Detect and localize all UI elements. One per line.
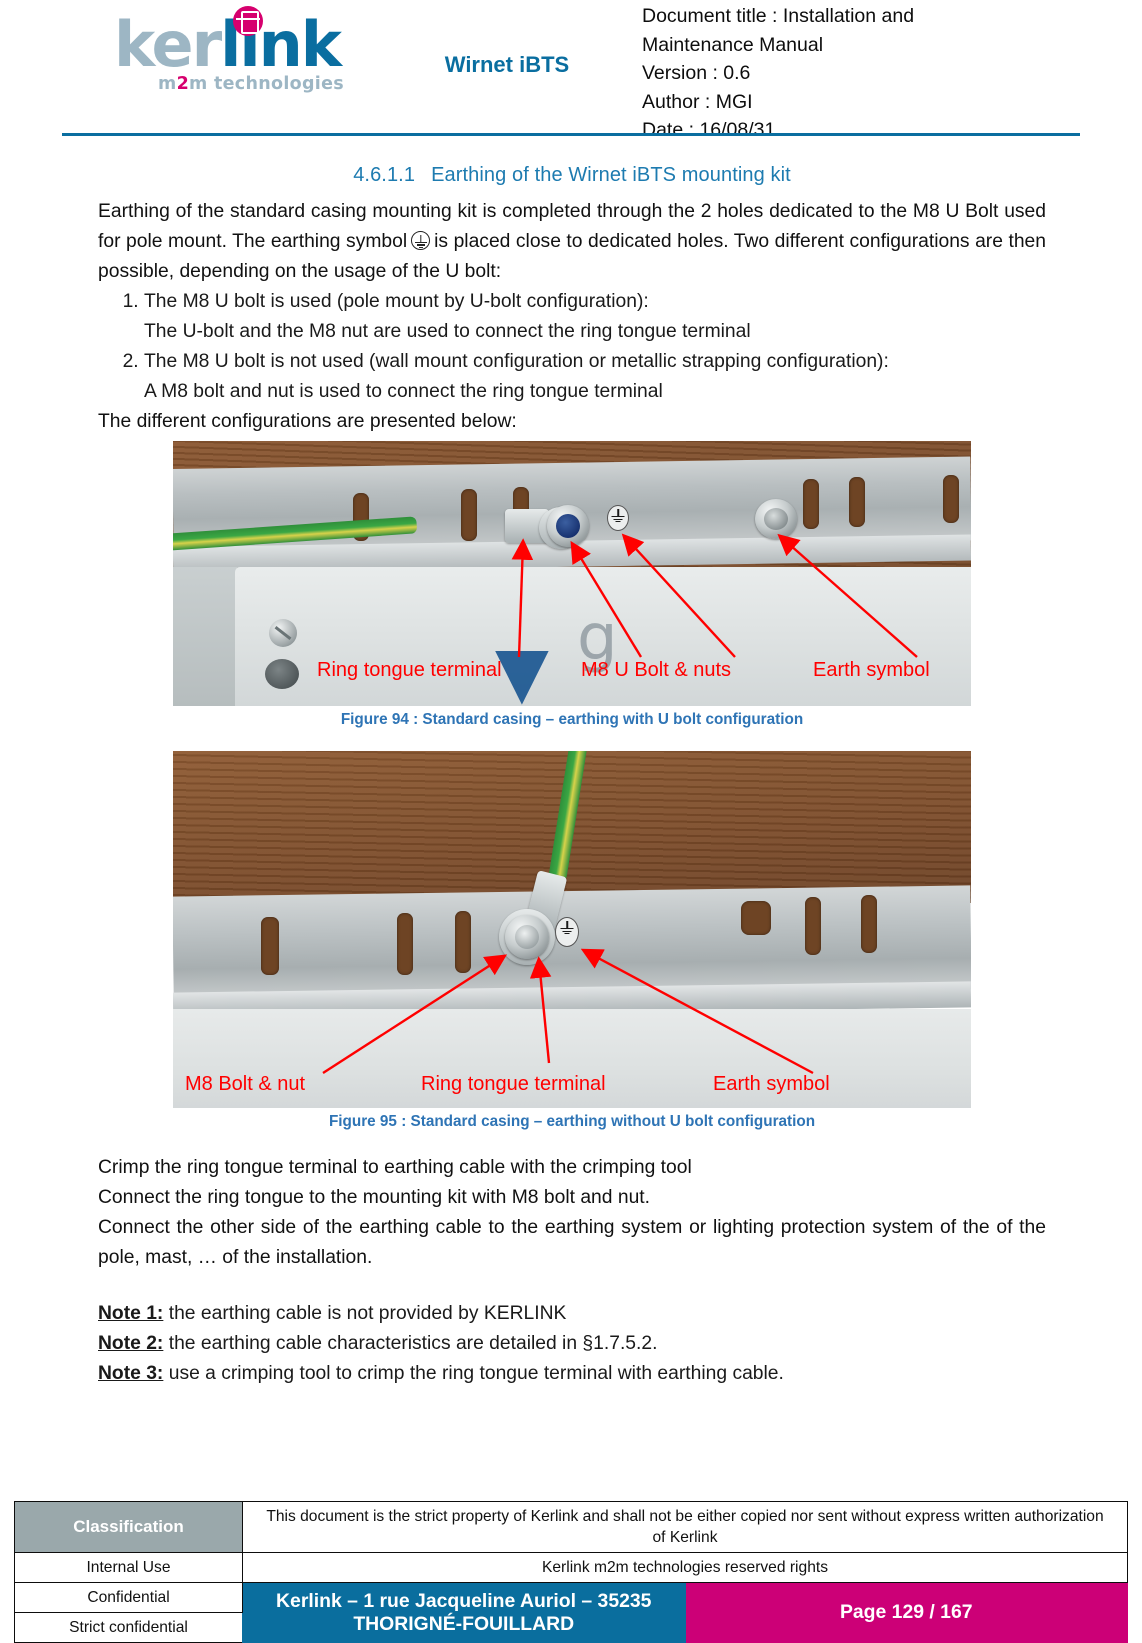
logo-emblem-icon	[232, 6, 263, 36]
figure-95-label-ring: Ring tongue terminal	[421, 1073, 606, 1095]
note-1-key: Note 1:	[98, 1303, 164, 1324]
figure-95-caption: Figure 95 : Standard casing – earthing w…	[328, 1113, 816, 1130]
instruction-line: Connect the other side of the earthing c…	[98, 1217, 1046, 1268]
note-line: Note 2: the earthing cable characteristi…	[98, 1329, 1046, 1359]
meta-line-title-2: Maintenance Manual	[642, 33, 824, 56]
figure-94-caption: Figure 94 : Standard casing – earthing w…	[340, 711, 804, 728]
classification-header: Classification	[14, 1501, 243, 1553]
note-1-text: the earthing cable is not provided by KE…	[163, 1303, 567, 1324]
meta-line-date: Date : 16/08/31	[642, 119, 776, 141]
rights-statement: Kerlink m2m technologies reserved rights	[242, 1552, 1128, 1583]
note-line: Note 3: use a crimping tool to crimp the…	[98, 1359, 1046, 1389]
note-3-text: use a crimping tool to crimp the ring to…	[163, 1363, 784, 1384]
kerlink-logo: kerlink m2m technologies	[62, 0, 392, 94]
classification-strict-confidential: Strict confidential	[14, 1612, 243, 1643]
page-header: kerlink m2m technologies Wirnet iBTS Doc…	[0, 0, 1142, 142]
figure-95-label-bolt: M8 Bolt & nut	[185, 1073, 306, 1095]
table-row: Internal Use Kerlink m2m technologies re…	[14, 1552, 1128, 1583]
header-document-meta: Document title : Installation and Mainte…	[622, 0, 1080, 145]
document-content: 4.6.1.1 Earthing of the Wirnet iBTS mount…	[0, 164, 1142, 1389]
figure-94: ▼ g Ring tongue terminal M8 U Bolt & nut…	[98, 441, 1046, 729]
figure-94-photo: ▼ g Ring tongue terminal M8 U Bolt & nut…	[173, 441, 971, 706]
instruction-line: Connect the ring tongue to the mounting …	[98, 1187, 651, 1208]
section-heading: 4.6.1.1 Earthing of the Wirnet iBTS mount…	[98, 164, 1046, 187]
config-1-sub: The U-bolt and the M8 nut are used to co…	[144, 321, 751, 342]
figure-94-label-ring: Ring tongue terminal	[317, 659, 502, 681]
instruction-line: Crimp the ring tongue terminal to earthi…	[98, 1157, 692, 1178]
figure-94-label-bolt: M8 U Bolt & nuts	[581, 659, 732, 681]
config-2-sub: A M8 bolt and nut is used to connect the…	[144, 381, 663, 402]
page-footer-table: Classification This document is the stri…	[14, 1501, 1128, 1643]
figure-95: M8 Bolt & nut Ring tongue terminal Earth…	[98, 751, 1046, 1131]
list-item: The M8 U bolt is not used (wall mount co…	[144, 347, 1046, 407]
configuration-list: The M8 U bolt is used (pole mount by U-b…	[98, 287, 1046, 407]
note-2-text: the earthing cable characteristics are d…	[163, 1333, 658, 1354]
intro-paragraph: Earthing of the standard casing mounting…	[98, 197, 1046, 287]
figure-95-arrows	[322, 948, 814, 1075]
list-item: The M8 U bolt is used (pole mount by U-b…	[144, 287, 1046, 347]
meta-line-author: Author : MGI	[642, 90, 753, 113]
classification-confidential: Confidential	[14, 1582, 243, 1613]
config-2-main: The M8 U bolt is not used (wall mount co…	[144, 351, 889, 372]
presented-below-text: The different configurations are present…	[98, 411, 517, 432]
note-2-key: Note 2:	[98, 1333, 164, 1354]
company-address: Kerlink – 1 rue Jacqueline Auriol – 3523…	[242, 1582, 686, 1643]
logo-wordmark: kerlink	[114, 6, 342, 76]
meta-line-version: Version : 0.6	[642, 62, 751, 84]
notes-block: Note 1: the earthing cable is not provid…	[98, 1299, 1046, 1389]
note-line: Note 1: the earthing cable is not provid…	[98, 1299, 1046, 1329]
earth-symbol-icon	[411, 231, 431, 250]
table-row: Confidential Kerlink – 1 rue Jacqueline …	[14, 1582, 1128, 1643]
section-number: 4.6.1.1	[353, 164, 416, 186]
page-number: Page 129 / 167	[684, 1582, 1128, 1643]
header-product-name: Wirnet iBTS	[444, 52, 570, 77]
instructions-block: Crimp the ring tongue terminal to earthi…	[98, 1153, 1046, 1273]
config-1-main: The M8 U bolt is used (pole mount by U-b…	[144, 291, 649, 312]
figure-95-photo: M8 Bolt & nut Ring tongue terminal Earth…	[173, 751, 971, 1108]
table-row: Classification This document is the stri…	[14, 1501, 1128, 1553]
property-statement: This document is the strict property of …	[242, 1501, 1128, 1553]
figure-95-label-earth: Earth symbol	[713, 1073, 830, 1095]
note-3-key: Note 3:	[98, 1363, 164, 1384]
header-divider	[62, 133, 1080, 136]
figure-94-label-earth: Earth symbol	[813, 659, 930, 681]
classification-internal-use: Internal Use	[14, 1552, 243, 1583]
logo-word-ker: ker	[113, 8, 222, 81]
meta-line-title-1: Document title : Installation and	[642, 5, 915, 27]
section-title: Earthing of the Wirnet iBTS mounting kit	[431, 164, 791, 186]
